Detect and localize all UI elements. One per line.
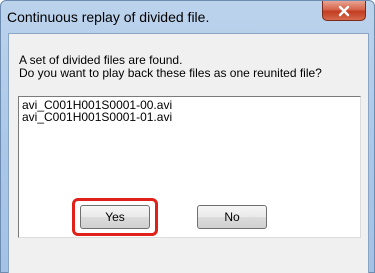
close-icon <box>337 5 351 17</box>
close-button[interactable] <box>322 1 366 21</box>
dialog-window: Continuous replay of divided file. A set… <box>0 0 375 273</box>
message-line-2: Do you want to play back these files as … <box>19 66 322 80</box>
file-list[interactable]: avi_C001H001S0001-00.avi avi_C001H001S00… <box>18 96 361 238</box>
no-button[interactable]: No <box>197 205 267 229</box>
title-bar[interactable]: Continuous replay of divided file. <box>1 1 374 33</box>
dialog-body: A set of divided files are found. Do you… <box>8 33 369 273</box>
list-item[interactable]: avi_C001H001S0001-01.avi <box>22 111 357 123</box>
yes-button[interactable]: Yes <box>80 205 150 229</box>
message-text: A set of divided files are found. Do you… <box>19 54 322 80</box>
dialog-title: Continuous replay of divided file. <box>7 9 210 25</box>
